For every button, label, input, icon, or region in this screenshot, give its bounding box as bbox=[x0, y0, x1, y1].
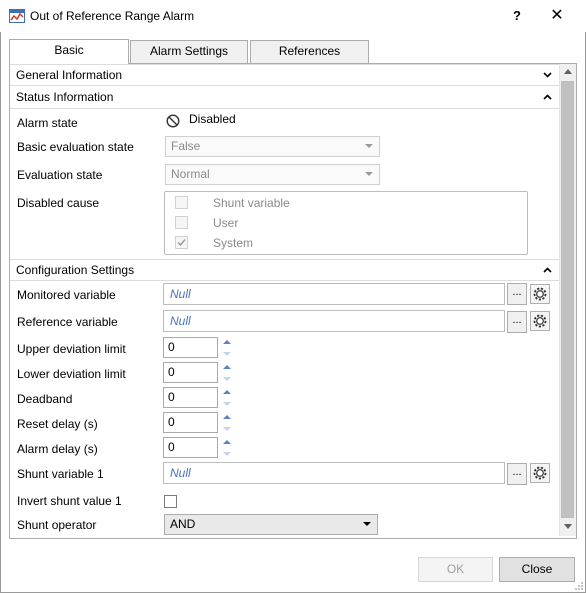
scroll-down-icon[interactable] bbox=[564, 524, 572, 529]
upper-deviation-limit-spinner[interactable] bbox=[220, 337, 236, 362]
browse-button[interactable]: ... bbox=[507, 283, 527, 305]
reference-variable-label: Reference variable bbox=[17, 315, 118, 329]
reset-delay-input[interactable]: 0 bbox=[163, 412, 218, 433]
alarm-delay-spinner[interactable] bbox=[220, 437, 236, 462]
lower-deviation-limit-input[interactable]: 0 bbox=[163, 362, 218, 383]
reset-delay-label: Reset delay (s) bbox=[17, 417, 98, 431]
gear-icon[interactable] bbox=[530, 463, 550, 483]
upper-deviation-limit-label: Upper deviation limit bbox=[17, 342, 126, 356]
evaluation-state-select: Normal bbox=[165, 164, 380, 185]
chevron-down-icon bbox=[365, 144, 373, 148]
disabled-icon bbox=[166, 114, 180, 128]
chevron-down-icon bbox=[365, 172, 373, 176]
section-title: General Information bbox=[16, 68, 123, 82]
chevron-down-icon[interactable] bbox=[543, 72, 552, 78]
cause-label: User bbox=[213, 216, 239, 230]
deadband-label: Deadband bbox=[17, 392, 73, 406]
alarm-state-label: Alarm state bbox=[17, 116, 78, 130]
invert-shunt-label: Invert shunt value 1 bbox=[17, 494, 122, 508]
cause-system-checkbox bbox=[175, 236, 188, 249]
section-general-information[interactable]: General Information bbox=[10, 64, 559, 86]
select-value: False bbox=[171, 139, 201, 153]
shunt-operator-label: Shunt operator bbox=[17, 518, 97, 532]
checkmark-icon bbox=[177, 239, 186, 247]
alarm-delay-input[interactable]: 0 bbox=[163, 437, 218, 458]
cause-user-checkbox bbox=[175, 216, 188, 229]
basic-evaluation-state-label: Basic evaluation state bbox=[17, 140, 134, 154]
cause-label: Shunt variable bbox=[213, 196, 290, 210]
reference-variable-input[interactable]: Null bbox=[163, 310, 505, 332]
alarm-delay-label: Alarm delay (s) bbox=[17, 442, 98, 456]
section-configuration-settings[interactable]: Configuration Settings bbox=[10, 259, 559, 281]
gear-icon[interactable] bbox=[530, 284, 550, 304]
deadband-input[interactable]: 0 bbox=[163, 387, 218, 408]
invert-shunt-checkbox[interactable] bbox=[164, 495, 177, 508]
cause-label: System bbox=[213, 236, 254, 250]
scroll-up-icon[interactable] bbox=[564, 69, 572, 74]
scrollbar-thumb[interactable] bbox=[561, 81, 574, 518]
browse-button[interactable]: ... bbox=[507, 463, 527, 485]
evaluation-state-label: Evaluation state bbox=[17, 168, 103, 182]
chevron-up-icon[interactable] bbox=[543, 267, 552, 273]
monitored-variable-input[interactable]: Null bbox=[163, 283, 505, 305]
lower-deviation-limit-spinner[interactable] bbox=[220, 362, 236, 387]
upper-deviation-limit-input[interactable]: 0 bbox=[163, 337, 218, 358]
section-title: Configuration Settings bbox=[16, 263, 135, 277]
disabled-cause-label: Disabled cause bbox=[17, 196, 100, 210]
section-title: Status Information bbox=[16, 90, 114, 104]
chevron-down-icon bbox=[363, 522, 371, 526]
alarm-state-value: Disabled bbox=[189, 112, 236, 126]
select-value: Normal bbox=[171, 167, 210, 181]
shunt-variable-1-input[interactable]: Null bbox=[163, 462, 505, 484]
select-value: AND bbox=[170, 517, 196, 531]
basic-evaluation-state-select: False bbox=[165, 136, 380, 157]
monitored-variable-label: Monitored variable bbox=[17, 288, 116, 302]
reset-delay-spinner[interactable] bbox=[220, 412, 236, 437]
gear-icon[interactable] bbox=[530, 311, 550, 331]
deadband-spinner[interactable] bbox=[220, 387, 236, 412]
chevron-up-icon[interactable] bbox=[543, 94, 552, 100]
browse-button[interactable]: ... bbox=[507, 311, 527, 333]
lower-deviation-limit-label: Lower deviation limit bbox=[17, 367, 126, 381]
section-status-information[interactable]: Status Information bbox=[10, 87, 559, 109]
shunt-operator-select[interactable]: AND bbox=[164, 514, 378, 535]
cause-shunt-variable-checkbox bbox=[175, 196, 188, 209]
shunt-variable-1-label: Shunt variable 1 bbox=[17, 467, 104, 481]
